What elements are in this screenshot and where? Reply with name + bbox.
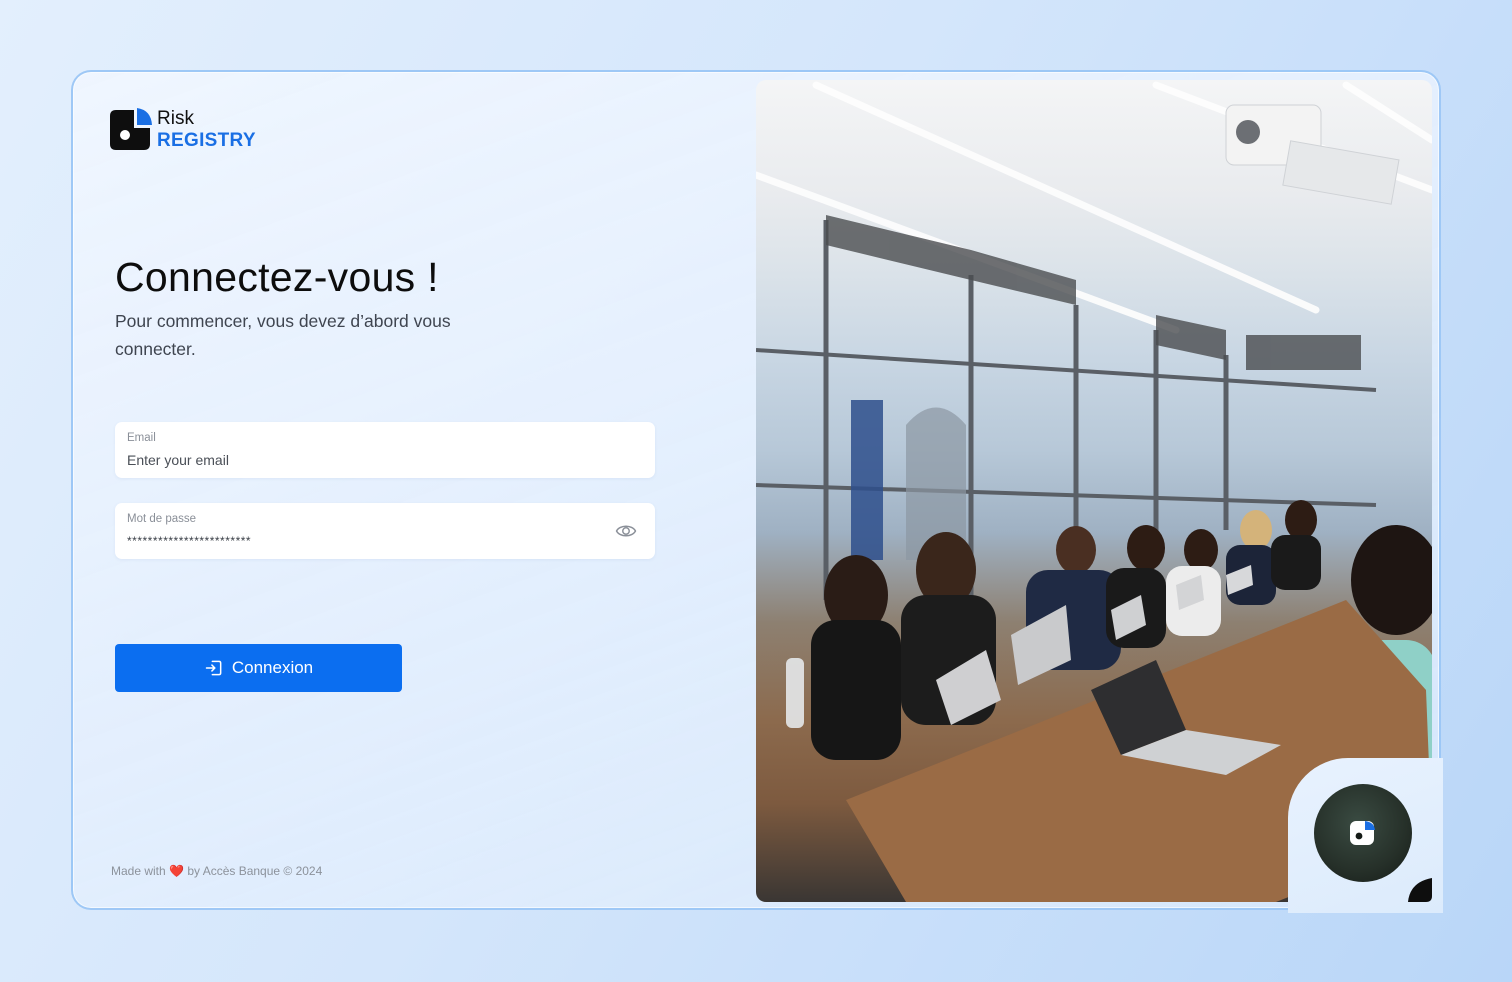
login-icon [205, 660, 222, 676]
page-title: Connectez-vous ! [115, 254, 439, 300]
footer-prefix: Made with [111, 864, 166, 878]
email-label: Email [127, 432, 156, 444]
email-input[interactable] [127, 450, 597, 470]
brand-badge [1314, 784, 1412, 882]
risk-registry-logo-icon [1350, 821, 1375, 845]
heart-icon: ❤️ [169, 864, 184, 878]
projector [1225, 104, 1400, 205]
water-bottle [786, 658, 804, 728]
building-sign [851, 400, 883, 560]
footer-credit: Made with ❤️ by Accès Banque © 2024 [111, 864, 322, 878]
password-field[interactable]: Mot de passe [115, 503, 655, 559]
connexion-button-label: Connexion [231, 658, 314, 677]
brand-name-line1: Risk [157, 108, 194, 129]
brand-name-line2: REGISTRY [157, 130, 256, 151]
eye-icon[interactable] [615, 522, 637, 540]
password-input[interactable] [127, 531, 597, 551]
page-subtitle: Pour commencer, vous devez d’abord vous … [115, 311, 451, 359]
email-field[interactable]: Email [115, 422, 655, 478]
footer-suffix: by Accès Banque © 2024 [187, 864, 323, 878]
password-label: Mot de passe [127, 513, 197, 525]
brand-logo: Risk REGISTRY [110, 108, 256, 152]
corner-decoration-icon [1408, 878, 1432, 902]
connexion-button[interactable]: Connexion [115, 644, 402, 692]
risk-registry-logo-icon [110, 108, 152, 150]
ceiling-lights [756, 81, 1432, 334]
